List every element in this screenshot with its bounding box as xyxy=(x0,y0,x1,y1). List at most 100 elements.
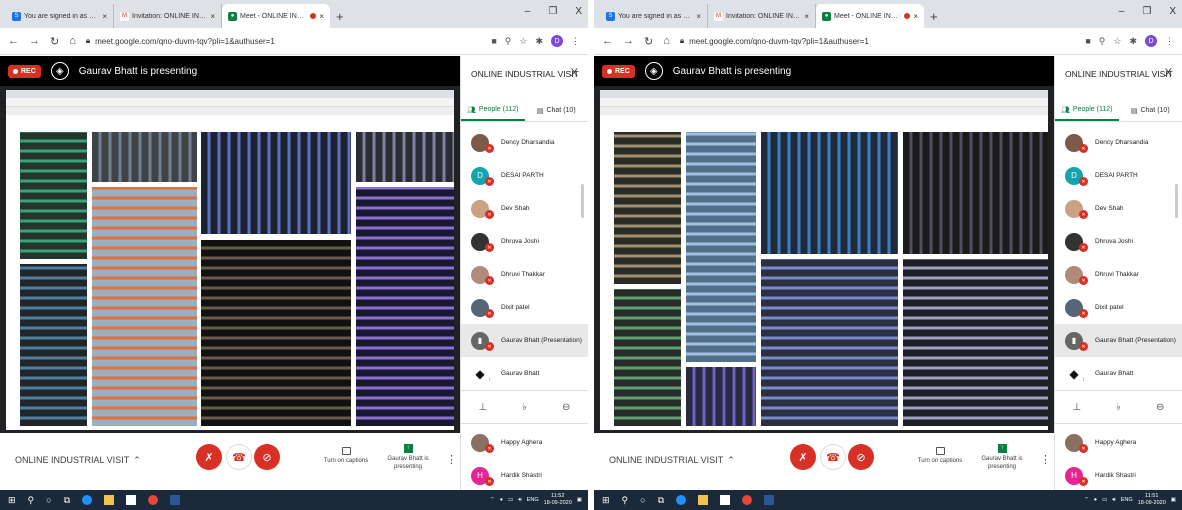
windows-start-icon[interactable]: ⊞ xyxy=(8,495,16,506)
explorer-icon[interactable] xyxy=(698,495,709,505)
minimize-button[interactable]: – xyxy=(1119,6,1125,17)
leave-call-button[interactable]: ☎ xyxy=(820,444,846,470)
minimize-button[interactable]: – xyxy=(525,6,531,17)
tab-people[interactable]: 👥︎ People (112) xyxy=(1055,100,1119,121)
address-bar[interactable]: 🔒︎ meet.google.com/qno-duvm-tqv?pli=1&au… xyxy=(86,36,481,46)
participant-item[interactable]: ◆ ⁞ Gaurav Bhatt xyxy=(1055,357,1182,390)
participant-item[interactable]: ✕ Happy Aghera xyxy=(461,426,588,459)
tray-chevron-icon[interactable]: ⌃ xyxy=(1084,497,1089,503)
home-icon[interactable]: ⌂ xyxy=(663,35,670,47)
participant-item[interactable]: ✕ Dev Shah xyxy=(461,192,588,225)
edge-icon[interactable] xyxy=(676,495,687,505)
close-icon[interactable]: × xyxy=(210,12,215,21)
close-panel-button[interactable]: X xyxy=(1165,67,1172,79)
explorer-icon[interactable] xyxy=(104,495,115,505)
volume-icon[interactable]: 🔊︎ xyxy=(1112,497,1115,504)
close-icon[interactable]: × xyxy=(913,12,918,21)
participant-item[interactable]: H ✕ Hardik Shastri xyxy=(461,459,588,492)
tray-chevron-icon[interactable]: ⌃ xyxy=(490,497,495,503)
close-icon[interactable]: × xyxy=(102,12,107,21)
leave-call-button[interactable]: ☎ xyxy=(226,444,252,470)
maximize-button[interactable]: ❐ xyxy=(1142,6,1151,17)
cortana-icon[interactable]: ○ xyxy=(640,495,645,505)
reload-icon[interactable]: ↻ xyxy=(644,35,653,48)
zoom-icon[interactable]: ⚲ xyxy=(1099,36,1106,47)
camera-off-button[interactable]: ⊘ xyxy=(254,444,280,470)
close-panel-button[interactable]: X xyxy=(571,67,578,79)
address-bar[interactable]: 🔒︎ meet.google.com/qno-duvm-tqv?pli=1&au… xyxy=(680,36,1075,46)
word-icon[interactable] xyxy=(764,495,775,505)
extensions-icon[interactable]: ✱ xyxy=(535,36,543,47)
camera-icon[interactable]: ■ xyxy=(1085,36,1090,46)
mic-icon[interactable]: ♭ xyxy=(522,402,527,413)
star-icon[interactable]: ☆ xyxy=(519,36,527,47)
task-view-icon[interactable]: ⧉ xyxy=(64,495,70,506)
participant-item[interactable]: ✕ Happy Aghera xyxy=(1055,426,1182,459)
participant-item[interactable]: ✕ Dhruva Joshi xyxy=(1055,225,1182,258)
browser-tab[interactable]: S You are signed in as ce.dmn × xyxy=(6,4,114,28)
captions-button[interactable]: Turn on captions xyxy=(322,447,370,465)
tab-chat[interactable]: ▤ Chat (10) xyxy=(1119,100,1182,121)
remove-icon[interactable]: ⊖ xyxy=(562,402,570,413)
presenting-button[interactable]: ↑ Gaurav Bhatt is presenting xyxy=(980,444,1024,471)
network-icon[interactable]: ▭ xyxy=(508,497,513,503)
participant-item[interactable]: ✕ Dhruvi Thakkar xyxy=(1055,258,1182,291)
store-icon[interactable] xyxy=(720,495,731,505)
meeting-details[interactable]: ONLINE INDUSTRIAL VISIT ⌃ xyxy=(15,455,141,466)
cortana-icon[interactable]: ○ xyxy=(46,495,51,505)
task-view-icon[interactable]: ⧉ xyxy=(658,495,664,506)
extensions-icon[interactable]: ✱ xyxy=(1129,36,1137,47)
participant-item[interactable]: D ✕ DESAI PARTH xyxy=(1055,159,1182,192)
presenting-button[interactable]: ↑ Gaurav Bhatt is presenting xyxy=(386,444,430,471)
zoom-icon[interactable]: ⚲ xyxy=(505,36,512,47)
profile-avatar[interactable]: D xyxy=(551,35,563,47)
menu-icon[interactable]: ⋮ xyxy=(1165,36,1174,47)
word-icon[interactable] xyxy=(170,495,181,505)
close-icon[interactable]: × xyxy=(696,12,701,21)
maximize-button[interactable]: ❐ xyxy=(548,6,557,17)
notifications-icon[interactable]: ▣ xyxy=(1171,497,1176,503)
participant-item[interactable]: ✕ Dency Dharsandia xyxy=(1055,126,1182,159)
browser-tab[interactable]: S You are signed in as ce.dmn × xyxy=(600,4,708,28)
close-icon[interactable]: × xyxy=(319,12,324,21)
participant-item[interactable]: ▮ ✕ Gaurav Bhatt (Presentation) xyxy=(1055,324,1182,357)
forward-icon[interactable]: → xyxy=(29,35,40,47)
browser-tab[interactable]: M Invitation: ONLINE INDUSTRIAL × xyxy=(708,4,816,28)
participant-item[interactable]: ✕ Dhruva Joshi xyxy=(461,225,588,258)
participant-item[interactable]: ✕ Dev Shah xyxy=(1055,192,1182,225)
search-icon[interactable]: ⚲ xyxy=(622,495,629,506)
edge-icon[interactable] xyxy=(82,495,93,505)
chrome-icon[interactable] xyxy=(148,495,159,505)
mic-off-button[interactable]: ✗ xyxy=(196,444,222,470)
close-window-button[interactable]: X xyxy=(575,6,582,17)
clock[interactable]: 11:51 18-09-2020 xyxy=(1138,493,1166,507)
meeting-details[interactable]: ONLINE INDUSTRIAL VISIT ⌃ xyxy=(609,455,735,466)
participant-item[interactable]: ✕ Dency Dharsandia xyxy=(461,126,588,159)
clock[interactable]: 11:52 18-09-2020 xyxy=(544,493,572,507)
browser-tab-active[interactable]: ● Meet - ONLINE INDUSTRIAL × xyxy=(816,4,924,28)
profile-avatar[interactable]: D xyxy=(1145,35,1157,47)
forward-icon[interactable]: → xyxy=(623,35,634,47)
scrollbar[interactable] xyxy=(581,184,584,218)
close-icon[interactable]: × xyxy=(804,12,809,21)
reload-icon[interactable]: ↻ xyxy=(50,35,59,48)
search-icon[interactable]: ⚲ xyxy=(28,495,35,506)
new-tab-button[interactable]: + xyxy=(336,9,344,24)
network-icon[interactable]: ▭ xyxy=(1102,497,1107,503)
language-indicator[interactable]: ENG xyxy=(1121,497,1133,503)
back-icon[interactable]: ← xyxy=(8,35,19,47)
more-options-icon[interactable]: ⋮ xyxy=(446,453,457,466)
more-options-icon[interactable]: ⋮ xyxy=(1040,453,1051,466)
mic-off-button[interactable]: ✗ xyxy=(790,444,816,470)
participant-item[interactable]: ▮ ✕ Gaurav Bhatt (Presentation) xyxy=(461,324,588,357)
tray-app-icon[interactable]: ● xyxy=(500,497,503,503)
home-icon[interactable]: ⌂ xyxy=(69,35,76,47)
participant-item[interactable]: D ✕ DESAI PARTH xyxy=(461,159,588,192)
mic-icon[interactable]: ♭ xyxy=(1116,402,1121,413)
browser-tab[interactable]: M Invitation: ONLINE INDUSTRIAL × xyxy=(114,4,222,28)
participant-item[interactable]: H ✕ Hardik Shastri xyxy=(1055,459,1182,492)
participant-item[interactable]: ✕ Dixit patel xyxy=(1055,291,1182,324)
notifications-icon[interactable]: ▣ xyxy=(577,497,582,503)
back-icon[interactable]: ← xyxy=(602,35,613,47)
participant-item[interactable]: ◆ ⁞ Gaurav Bhatt xyxy=(461,357,588,390)
